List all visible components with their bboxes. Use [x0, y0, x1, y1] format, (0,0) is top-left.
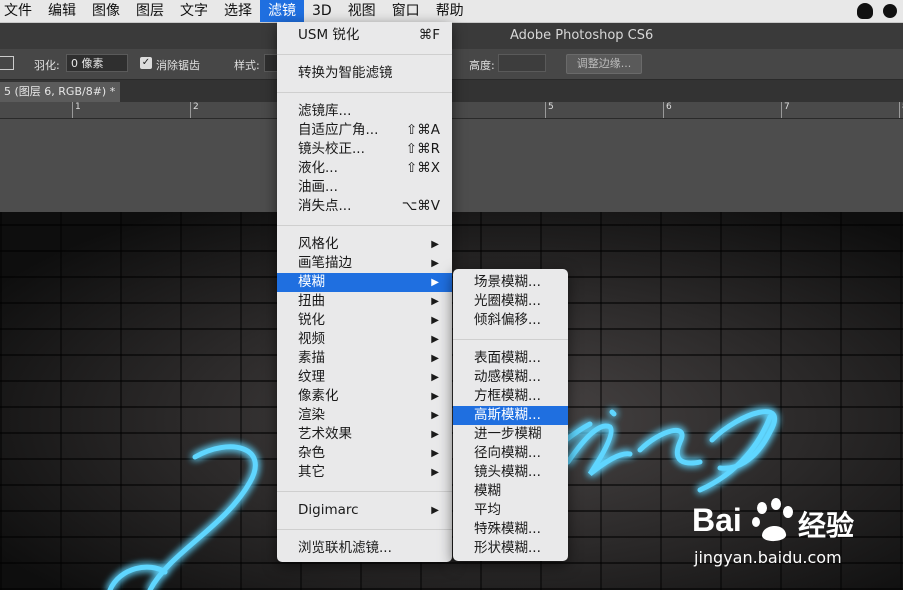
feather-label: 羽化: — [34, 59, 60, 72]
submenu-item-blur-more[interactable]: 进一步模糊 — [453, 425, 568, 444]
menu-3d[interactable]: 3D — [304, 0, 340, 22]
watermark-url: jingyan.baidu.com — [694, 548, 842, 567]
submenu-item-tilt-shift[interactable]: 倾斜偏移... — [453, 311, 568, 330]
ruler-tick: 5 — [545, 102, 554, 118]
refine-edge-button[interactable]: 调整边缘... — [566, 54, 642, 74]
menu-view[interactable]: 视图 — [340, 0, 384, 22]
antialias-checkbox[interactable]: ✓ — [140, 57, 152, 69]
menu-item-blur[interactable]: 模糊 ▶ — [277, 273, 452, 292]
ruler-tick: 8 — [899, 102, 903, 118]
submenu-item-box-blur[interactable]: 方框模糊... — [453, 387, 568, 406]
selection-mode-icon[interactable] — [0, 56, 14, 70]
menu-item-vanishing-point[interactable]: 消失点... ⌥⌘V — [277, 197, 452, 216]
menu-window[interactable]: 窗口 — [384, 0, 428, 22]
style-label: 样式: — [234, 59, 260, 72]
menu-separator — [277, 529, 452, 530]
submenu-item-gaussian-blur[interactable]: 高斯模糊... — [453, 406, 568, 425]
menu-separator — [277, 54, 452, 55]
style-select[interactable] — [264, 54, 278, 72]
menu-item-adaptive-wide-angle[interactable]: 自适应广角... ⇧⌘A — [277, 121, 452, 140]
status-extra-icon[interactable] — [883, 4, 897, 18]
menu-item-brush-strokes[interactable]: 画笔描边 ▶ — [277, 254, 452, 273]
submenu-item-motion-blur[interactable]: 动感模糊... — [453, 368, 568, 387]
menu-separator — [277, 92, 452, 93]
menu-separator — [277, 225, 452, 226]
menu-item-browse-filters-online[interactable]: 浏览联机滤镜... — [277, 539, 452, 558]
baidu-jingyan-watermark: Bai 经验 jingyan.baidu.com — [690, 488, 890, 578]
menu-file[interactable]: 文件 — [0, 0, 40, 22]
menu-help[interactable]: 帮助 — [428, 0, 472, 22]
submenu-item-lens-blur[interactable]: 镜头模糊... — [453, 463, 568, 482]
menu-item-filter-gallery[interactable]: 滤镜库... — [277, 102, 452, 121]
menu-layer[interactable]: 图层 — [128, 0, 172, 22]
ruler-tick: 2 — [190, 102, 199, 118]
menu-item-sharpen[interactable]: 锐化 ▶ — [277, 311, 452, 330]
submenu-item-surface-blur[interactable]: 表面模糊... — [453, 349, 568, 368]
menu-item-lens-correction[interactable]: 镜头校正... ⇧⌘R — [277, 140, 452, 159]
height-input[interactable] — [498, 54, 546, 72]
feather-input[interactable]: 0 像素 — [66, 54, 128, 72]
window-title: Adobe Photoshop CS6 — [510, 28, 654, 43]
menu-item-stylize[interactable]: 风格化 ▶ — [277, 235, 452, 254]
menu-edit[interactable]: 编辑 — [40, 0, 84, 22]
menu-item-distort[interactable]: 扭曲 ▶ — [277, 292, 452, 311]
menu-item-noise[interactable]: 杂色 ▶ — [277, 444, 452, 463]
ruler-tick: 7 — [781, 102, 790, 118]
menu-type[interactable]: 文字 — [172, 0, 216, 22]
mac-menubar: 文件 编辑 图像 图层 文字 选择 滤镜 3D 视图 窗口 帮助 — [0, 0, 903, 23]
menu-item-usm-sharpen[interactable]: USM 锐化 ⌘F — [277, 26, 452, 45]
ruler-tick: 1 — [72, 102, 81, 118]
menu-item-artistic[interactable]: 艺术效果 ▶ — [277, 425, 452, 444]
submenu-item-shape-blur[interactable]: 形状模糊... — [453, 539, 568, 558]
submenu-item-iris-blur[interactable]: 光圈模糊... — [453, 292, 568, 311]
menu-image[interactable]: 图像 — [84, 0, 128, 22]
submenu-item-average[interactable]: 平均 — [453, 501, 568, 520]
menu-item-render[interactable]: 渲染 ▶ — [277, 406, 452, 425]
blur-submenu: 场景模糊... 光圈模糊... 倾斜偏移... 表面模糊... 动感模糊... … — [453, 269, 568, 561]
submenu-item-radial-blur[interactable]: 径向模糊... — [453, 444, 568, 463]
menu-item-pixelate[interactable]: 像素化 ▶ — [277, 387, 452, 406]
menu-item-video[interactable]: 视频 ▶ — [277, 330, 452, 349]
submenu-item-blur[interactable]: 模糊 — [453, 482, 568, 501]
qq-penguin-icon[interactable] — [857, 3, 873, 19]
height-label: 高度: — [469, 59, 495, 72]
menu-select[interactable]: 选择 — [216, 0, 260, 22]
menu-separator — [453, 339, 568, 340]
menu-item-digimarc[interactable]: Digimarc ▶ — [277, 501, 452, 520]
menu-item-sketch[interactable]: 素描 ▶ — [277, 349, 452, 368]
menu-item-convert-smart-filter[interactable]: 转换为智能滤镜 — [277, 64, 452, 83]
submenu-item-smart-blur[interactable]: 特殊模糊... — [453, 520, 568, 539]
menu-item-liquify[interactable]: 液化... ⇧⌘X — [277, 159, 452, 178]
menu-separator — [277, 491, 452, 492]
status-icons — [857, 0, 903, 22]
menu-item-oil-paint[interactable]: 油画... — [277, 178, 452, 197]
menu-item-texture[interactable]: 纹理 ▶ — [277, 368, 452, 387]
submenu-item-field-blur[interactable]: 场景模糊... — [453, 273, 568, 292]
watermark-brand-left: Bai — [692, 502, 742, 538]
menu-filter[interactable]: 滤镜 — [260, 0, 304, 22]
filter-menu: USM 锐化 ⌘F 转换为智能滤镜 滤镜库... 自适应广角... ⇧⌘A 镜头校正… — [277, 22, 452, 562]
baidu-paw-icon — [752, 498, 793, 542]
document-tab[interactable]: 5 (图层 6, RGB/8#) * — [0, 82, 120, 102]
ruler-tick: 6 — [663, 102, 672, 118]
menu-item-other[interactable]: 其它 ▶ — [277, 463, 452, 482]
watermark-brand-right: 经验 — [798, 509, 855, 542]
antialias-label: 消除锯齿 — [156, 59, 200, 72]
